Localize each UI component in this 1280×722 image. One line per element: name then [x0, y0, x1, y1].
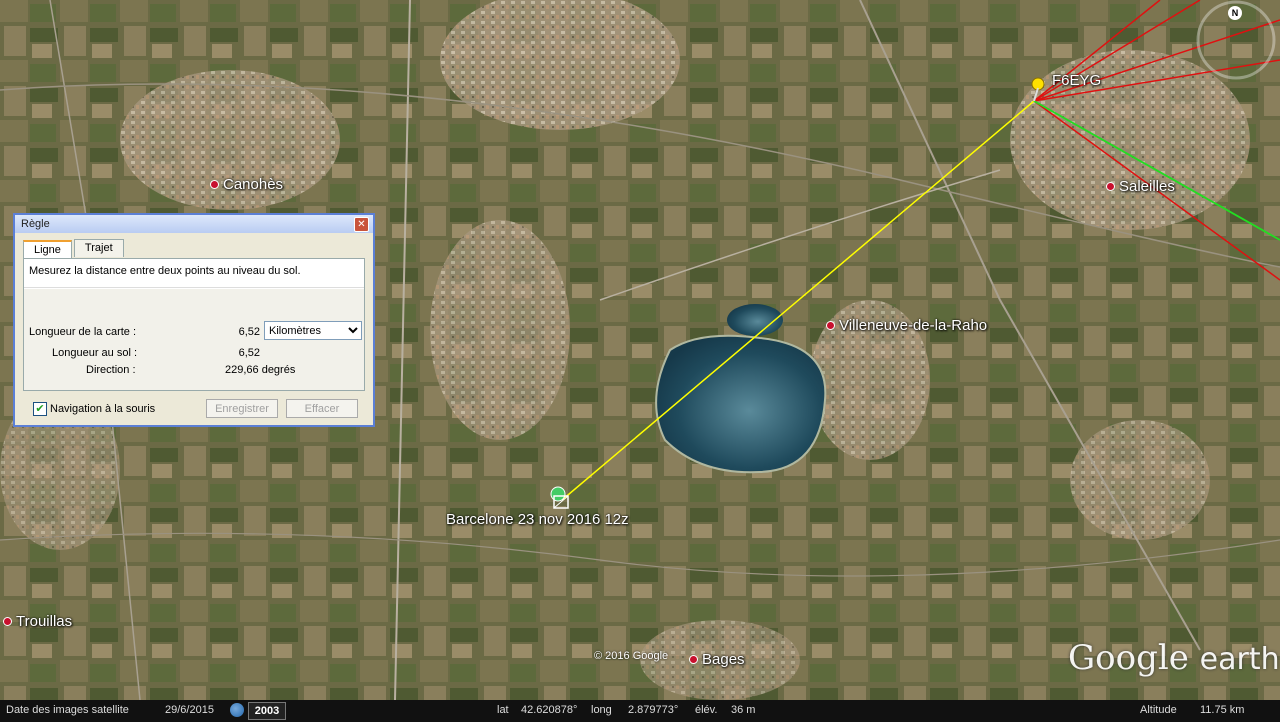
ground-length-label: Longueur au sol :: [52, 347, 138, 359]
lat-value: 42.620878°: [521, 704, 578, 716]
google-earth-logo: Google earth: [1068, 638, 1280, 678]
status-bar: Date des images satellite 29/6/2015 2003…: [0, 700, 1280, 722]
place-bages[interactable]: Bages: [689, 651, 745, 668]
lat-label: lat: [497, 704, 509, 716]
copyright-notice: © 2016 Google: [594, 650, 669, 662]
unit-select[interactable]: Kilomètres: [264, 321, 362, 340]
ruler-dialog: Règle ✕ Ligne Trajet Mesurez la distance…: [13, 213, 375, 427]
place-canohes[interactable]: Canohès: [210, 176, 283, 193]
historical-year-badge[interactable]: 2003: [248, 702, 286, 720]
long-label: long: [591, 704, 612, 716]
close-icon[interactable]: ✕: [354, 216, 369, 232]
tab-trajet[interactable]: Trajet: [73, 239, 124, 257]
place-villeneuve[interactable]: Villeneuve-de-la-Raho: [826, 317, 987, 334]
place-dot-icon: [1106, 182, 1115, 191]
historical-imagery-icon[interactable]: [230, 703, 244, 717]
altitude-label: Altitude: [1140, 704, 1177, 716]
save-button[interactable]: Enregistrer: [206, 399, 278, 418]
ruler-panel: Mesurez la distance entre deux points au…: [23, 258, 365, 391]
place-dot-icon: [689, 655, 698, 664]
map-length-value: 6,52: [238, 326, 260, 338]
ruler-description: Mesurez la distance entre deux points au…: [29, 265, 301, 277]
tab-ligne[interactable]: Ligne: [23, 240, 72, 258]
mouse-nav-checkbox[interactable]: ✔: [33, 402, 47, 416]
altitude-value: 11.75 km: [1200, 704, 1245, 716]
placemark-label-end[interactable]: Barcelone 23 nov 2016 12z: [446, 511, 629, 528]
direction-label: Direction :: [86, 364, 136, 376]
pushpin-icon[interactable]: [1024, 76, 1048, 104]
place-dot-icon: [826, 321, 835, 330]
elev-value: 36 m: [731, 704, 756, 716]
placemark-target-icon[interactable]: [548, 486, 574, 512]
placemark-label-start[interactable]: F6EYG: [1052, 72, 1101, 89]
clear-button[interactable]: Effacer: [286, 399, 358, 418]
ground-length-value: 6,52: [238, 347, 260, 359]
map-length-label: Longueur de la carte :: [29, 326, 137, 338]
place-saleilles[interactable]: Saleilles: [1106, 178, 1175, 195]
direction-value: 229,66 degrés: [225, 364, 296, 376]
elev-label: élév.: [695, 704, 718, 716]
place-dot-icon: [3, 617, 12, 626]
north-compass-icon[interactable]: N: [1228, 6, 1242, 20]
ruler-titlebar[interactable]: Règle ✕: [15, 215, 373, 233]
mouse-nav-label: Navigation à la souris: [50, 403, 156, 415]
imagery-date-value: 29/6/2015: [165, 704, 214, 716]
place-trouillas[interactable]: Trouillas: [3, 613, 72, 630]
imagery-date-label: Date des images satellite: [6, 704, 129, 716]
long-value: 2.879773°: [628, 704, 679, 716]
ruler-tabs: Ligne Trajet: [23, 239, 124, 258]
ruler-footer: ✔ Navigation à la souris Enregistrer Eff…: [15, 397, 373, 423]
place-dot-icon: [210, 180, 219, 189]
ruler-title: Règle: [21, 218, 50, 230]
